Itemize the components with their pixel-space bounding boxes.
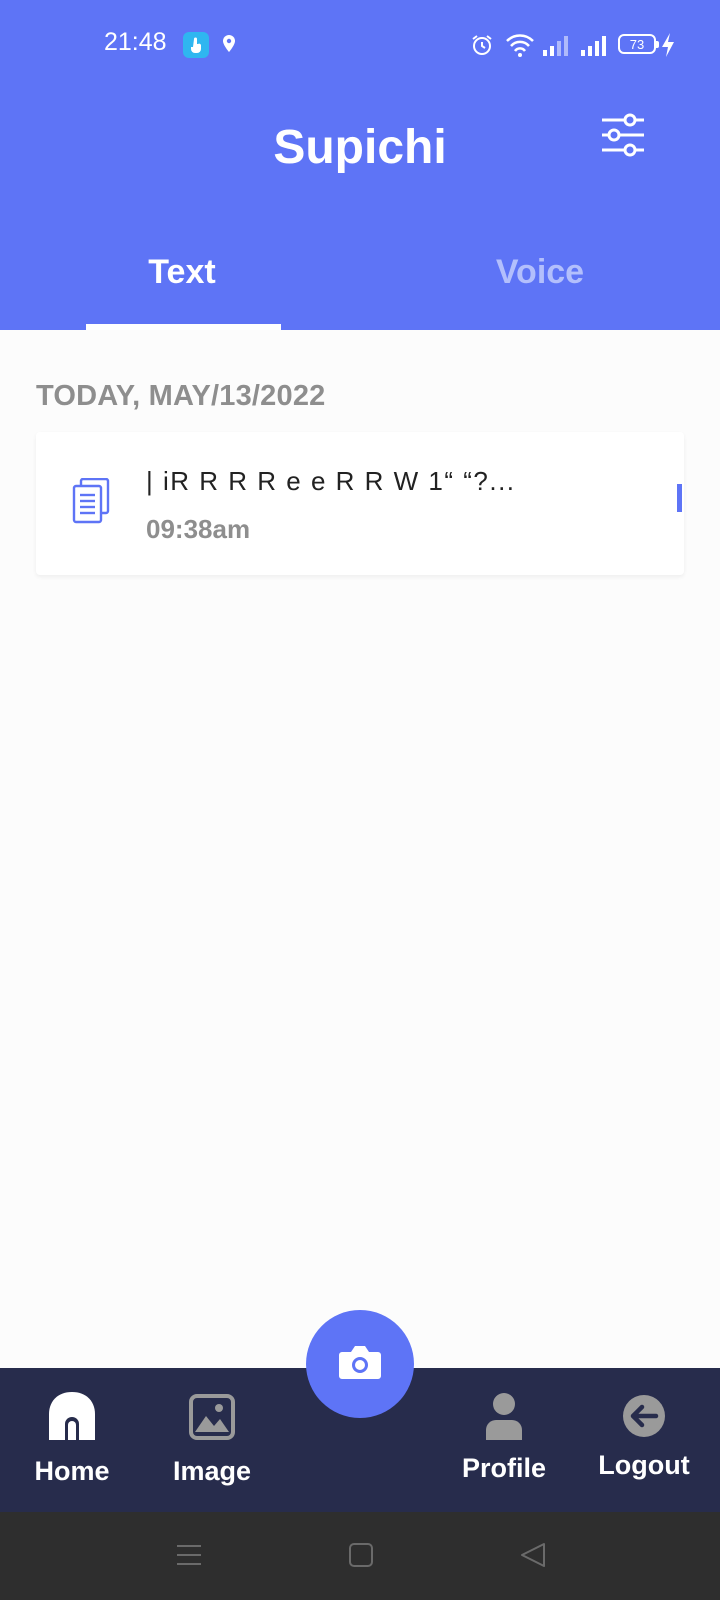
nav-label-profile: Profile (461, 1453, 547, 1483)
tab-voice[interactable]: Voice (442, 253, 638, 292)
status-time: 21:48 (104, 28, 167, 56)
app-header: 21:48 73 Supichi Text Voice (0, 0, 720, 330)
nav-label-logout: Logout (598, 1450, 690, 1480)
home-icon (47, 1390, 97, 1447)
home-square-icon[interactable] (349, 1542, 373, 1573)
list-item-accent (677, 484, 682, 512)
location-icon (222, 34, 236, 59)
nav-profile[interactable]: Profile (444, 1368, 564, 1512)
back-triangle-icon[interactable] (520, 1542, 546, 1573)
nav-image[interactable]: Image (152, 1368, 272, 1512)
signal-icon (542, 34, 570, 61)
nav-label-image: Image (172, 1456, 252, 1486)
battery-icon: 73 (618, 34, 659, 54)
wifi-icon (505, 33, 535, 62)
active-tab-indicator (86, 324, 281, 330)
camera-icon (338, 1344, 382, 1385)
system-navigation-bar (0, 1512, 720, 1600)
nav-label-home: Home (34, 1456, 110, 1486)
person-icon (484, 1392, 524, 1445)
alarm-icon (470, 33, 494, 62)
menu-icon[interactable] (176, 1542, 202, 1573)
list-item[interactable]: | iR R R R e e R R W 1“ “?... 09:38am (36, 432, 684, 575)
signal-icon (580, 34, 608, 61)
list-item-time: 09:38am (146, 514, 251, 544)
tab-text[interactable]: Text (84, 253, 280, 292)
document-icon (72, 477, 110, 529)
touch-app-icon (183, 32, 209, 58)
charging-icon (661, 33, 675, 62)
camera-button[interactable] (306, 1310, 414, 1418)
logout-arrow-icon (622, 1394, 666, 1443)
nav-home[interactable]: Home (12, 1368, 132, 1512)
image-icon (189, 1394, 235, 1445)
list-item-title: | iR R R R e e R R W 1“ “?... (146, 466, 516, 496)
nav-logout[interactable]: Logout (584, 1368, 704, 1512)
status-bar: 21:48 73 (0, 0, 720, 90)
battery-level: 73 (629, 36, 645, 52)
filter-sliders-icon[interactable] (600, 112, 646, 163)
date-header: TODAY, MAY/13/2022 (36, 380, 326, 412)
